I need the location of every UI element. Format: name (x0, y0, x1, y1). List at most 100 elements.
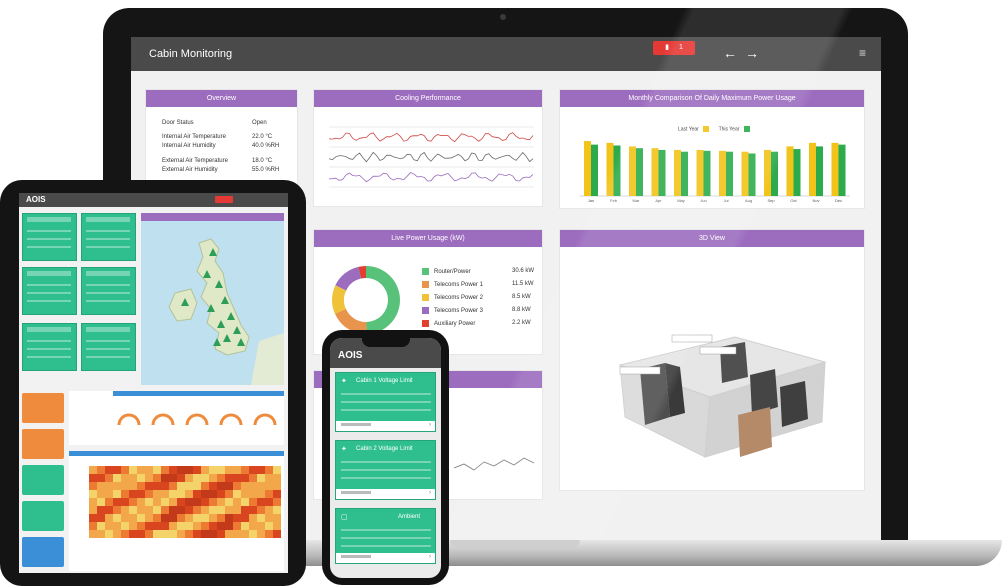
heatmap-cell (129, 530, 137, 538)
power-legend-label: Telecoms Power 3 (434, 308, 484, 315)
heatmap-cell (137, 498, 145, 506)
x-tick-label: Sep (767, 198, 775, 203)
sensor-label-3[interactable] (699, 346, 737, 355)
heatmap-cell (113, 466, 121, 474)
heatmap-cell (137, 490, 145, 498)
phone-card-3[interactable]: ▢ Ambient › (335, 508, 436, 564)
power-legend-item: Telecoms Power 3 8.8 kW (422, 307, 542, 314)
tablet-header: AOIS (19, 193, 288, 207)
heatmap-cell (265, 514, 273, 522)
phone-card-1-title: Cabin 1 Voltage Limit (356, 378, 413, 384)
overview-label: Door Status (162, 120, 194, 126)
heatmap-cell (137, 506, 145, 514)
tablet-tile-green-1[interactable] (22, 465, 64, 495)
heatmap-cell (89, 490, 97, 498)
heatmap-cell (249, 482, 257, 490)
card-line (341, 393, 431, 395)
heatmap-cell (193, 474, 201, 482)
tablet-tile-orange-1[interactable] (22, 393, 64, 423)
tablet-status-card[interactable] (81, 213, 136, 261)
cabin-3d-view[interactable] (560, 247, 866, 491)
power-legend-item: Telecoms Power 1 11.5 kW (422, 281, 542, 288)
arrow-left-icon[interactable]: ← (723, 45, 737, 61)
heatmap-cell (257, 498, 265, 506)
bar-last-year (651, 148, 659, 196)
bar-this-year (726, 151, 733, 196)
heatmap-cell (209, 522, 217, 530)
tablet-status-card[interactable] (22, 267, 77, 315)
tablet-status-card[interactable] (81, 267, 136, 315)
phone-card-2[interactable]: ✦ Cabin 2 Voltage Limit › (335, 440, 436, 500)
heatmap-cell (225, 498, 233, 506)
heatmap-cell (177, 514, 185, 522)
heatmap-cell (137, 522, 145, 530)
legend-swatch (422, 320, 429, 327)
tablet-tile-green-2[interactable] (22, 501, 64, 531)
cabinet-3[interactable] (750, 369, 778, 415)
heatmap-cell (233, 482, 241, 490)
tablet-status-card[interactable] (22, 213, 77, 261)
cabinet-4[interactable] (780, 381, 808, 427)
heatmap-cell (201, 490, 209, 498)
heatmap-cell (97, 506, 105, 514)
heatmap-cell (121, 530, 129, 538)
heatmap-cell (241, 466, 249, 474)
sensor-label-1[interactable] (619, 366, 661, 375)
tablet-status-card[interactable] (81, 323, 136, 371)
power-legend-label: Telecoms Power 2 (434, 295, 484, 302)
arrow-right-icon[interactable]: → (745, 45, 759, 61)
heatmap-cell (201, 530, 209, 538)
heatmap-cell (233, 514, 241, 522)
bar-this-year (636, 148, 643, 196)
heatmap-cell (89, 474, 97, 482)
card-line (27, 300, 71, 302)
bar-this-year (591, 144, 598, 196)
uk-map[interactable] (141, 213, 284, 385)
phone-card-3-footer[interactable]: › (336, 553, 435, 563)
phone-card-2-footer[interactable]: › (336, 489, 435, 499)
heatmap-cell (105, 466, 113, 474)
heatmap-cell (249, 522, 257, 530)
phone-card-1-footer[interactable]: › (336, 421, 435, 431)
bar-last-year (786, 146, 794, 196)
camera-dot (500, 14, 506, 20)
heatmap-cell (257, 490, 265, 498)
heatmap-cell (249, 498, 257, 506)
heatmap-cell (185, 498, 193, 506)
power-legend-value: 8.5 kW (512, 294, 531, 300)
power-donut-chart (332, 266, 400, 334)
sensor-label-2[interactable] (671, 334, 713, 343)
hamburger-icon[interactable]: ≡ (859, 46, 866, 60)
heatmap-cell (201, 466, 209, 474)
phone-card-1[interactable]: ✦ Cabin 1 Voltage Limit › (335, 372, 436, 432)
heatmap-cell (89, 498, 97, 506)
monthly-bar-chart: Jan Feb Mar Apr May Jun Jul Aug Sep Oct Nov Dec (580, 141, 850, 203)
square-icon: ▢ (341, 514, 348, 521)
heatmap-cell (145, 514, 153, 522)
cooling-title: Cooling Performance (314, 90, 542, 107)
tablet-tile-blue[interactable] (22, 537, 64, 567)
heatmap-cell (193, 490, 201, 498)
heatmap-cell (193, 514, 201, 522)
tablet-status-card[interactable] (22, 323, 77, 371)
heatmap-cell (217, 506, 225, 514)
overview-value: 18.0 °C (252, 158, 273, 164)
bar-this-year (613, 145, 621, 196)
heatmap-cell (145, 506, 153, 514)
tablet-tile-orange-2[interactable] (22, 429, 64, 459)
heatmap-cell (97, 522, 105, 530)
heatmap-cell (265, 522, 273, 530)
heatmap-cell (273, 490, 281, 498)
heatmap-cell (241, 506, 249, 514)
x-tick-label: Jul (723, 198, 728, 203)
alert-badge[interactable]: ▮ 1 (653, 41, 695, 55)
card-line (86, 238, 130, 240)
tablet-alert-badge[interactable] (215, 196, 233, 203)
power-legend-value: 8.8 kW (512, 307, 531, 313)
cabin-door[interactable] (738, 407, 772, 457)
heatmap-cell (169, 482, 177, 490)
heatmap-cell (217, 514, 225, 522)
gauge-arc (219, 413, 243, 426)
gauge-arc (117, 413, 141, 426)
heatmap-cell (89, 514, 97, 522)
